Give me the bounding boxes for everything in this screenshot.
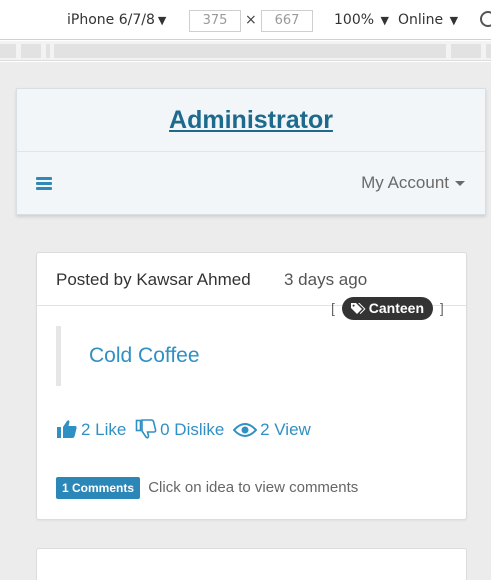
ruler-segment[interactable] bbox=[486, 44, 491, 58]
rotate-icon[interactable] bbox=[480, 11, 491, 27]
category-tag: [ Canteen ] bbox=[331, 297, 444, 320]
bracket-open: [ bbox=[331, 300, 335, 316]
blockquote-bar bbox=[56, 326, 61, 386]
zoom-value: 100% bbox=[334, 12, 375, 28]
idea-card bbox=[36, 548, 467, 580]
ruler-segment[interactable] bbox=[0, 44, 16, 58]
my-account-dropdown[interactable]: My Account bbox=[361, 173, 465, 193]
viewport-height-input[interactable]: 667 bbox=[261, 10, 313, 32]
comments-row: 1 Comments Click on idea to view comment… bbox=[56, 477, 358, 499]
like-label: 2 Like bbox=[81, 420, 127, 439]
menu-toggle-icon[interactable] bbox=[36, 177, 52, 190]
page-title[interactable]: Administrator bbox=[17, 106, 485, 135]
tags-icon bbox=[350, 303, 366, 314]
site-header: Administrator My Account bbox=[16, 88, 486, 215]
caret-down-icon bbox=[455, 181, 465, 187]
post-author: Posted by Kawsar Ahmed bbox=[56, 270, 251, 289]
tag-badge[interactable]: Canteen bbox=[341, 297, 434, 320]
ruler-segment[interactable] bbox=[54, 44, 446, 58]
ruler-segment[interactable] bbox=[451, 44, 481, 58]
comments-badge[interactable]: 1 Comments bbox=[56, 477, 141, 499]
device-name: iPhone 6/7/8 bbox=[67, 12, 155, 28]
my-account-label: My Account bbox=[361, 173, 449, 192]
header-divider bbox=[17, 151, 485, 152]
comments-hint: Click on idea to view comments bbox=[148, 479, 359, 496]
bracket-close: ] bbox=[439, 300, 444, 316]
dimension-separator: × bbox=[245, 12, 257, 28]
idea-card: Posted by Kawsar Ahmed 3 days ago [ Cant… bbox=[36, 252, 467, 520]
eye-icon bbox=[232, 423, 258, 437]
page-viewport: Administrator My Account Posted by Kawsa… bbox=[0, 62, 491, 580]
view-count[interactable]: 2 View bbox=[232, 420, 311, 440]
post-time: 3 days ago bbox=[284, 270, 368, 289]
like-button[interactable]: 2 Like bbox=[56, 419, 126, 440]
ruler-segment[interactable] bbox=[21, 44, 41, 58]
dislike-label: 0 Dislike bbox=[160, 420, 225, 439]
thumbs-down-icon bbox=[135, 419, 157, 439]
ruler-segment[interactable] bbox=[46, 44, 50, 58]
device-toolbar: iPhone 6/7/8 ▼ 375 × 667 100% ▼ Online ▼ bbox=[0, 0, 491, 40]
tag-label: Canteen bbox=[368, 300, 425, 316]
network-throttle-select[interactable]: Online ▼ bbox=[398, 12, 458, 28]
device-select[interactable]: iPhone 6/7/8 ▼ bbox=[67, 12, 166, 28]
post-actions: 2 Like 0 Dislike 2 View bbox=[56, 419, 315, 440]
caret-down-icon: ▼ bbox=[377, 14, 389, 27]
thumbs-up-icon bbox=[57, 420, 77, 438]
caret-down-icon: ▼ bbox=[446, 14, 459, 27]
dislike-button[interactable]: 0 Dislike bbox=[135, 419, 224, 440]
idea-title-link[interactable]: Cold Coffee bbox=[89, 344, 200, 368]
viewport-width-input[interactable]: 375 bbox=[189, 10, 241, 32]
zoom-select[interactable]: 100% ▼ bbox=[334, 12, 389, 28]
media-query-ruler[interactable] bbox=[0, 41, 491, 61]
network-value: Online bbox=[398, 12, 444, 28]
view-label: 2 View bbox=[260, 420, 311, 439]
caret-down-icon: ▼ bbox=[157, 14, 167, 27]
